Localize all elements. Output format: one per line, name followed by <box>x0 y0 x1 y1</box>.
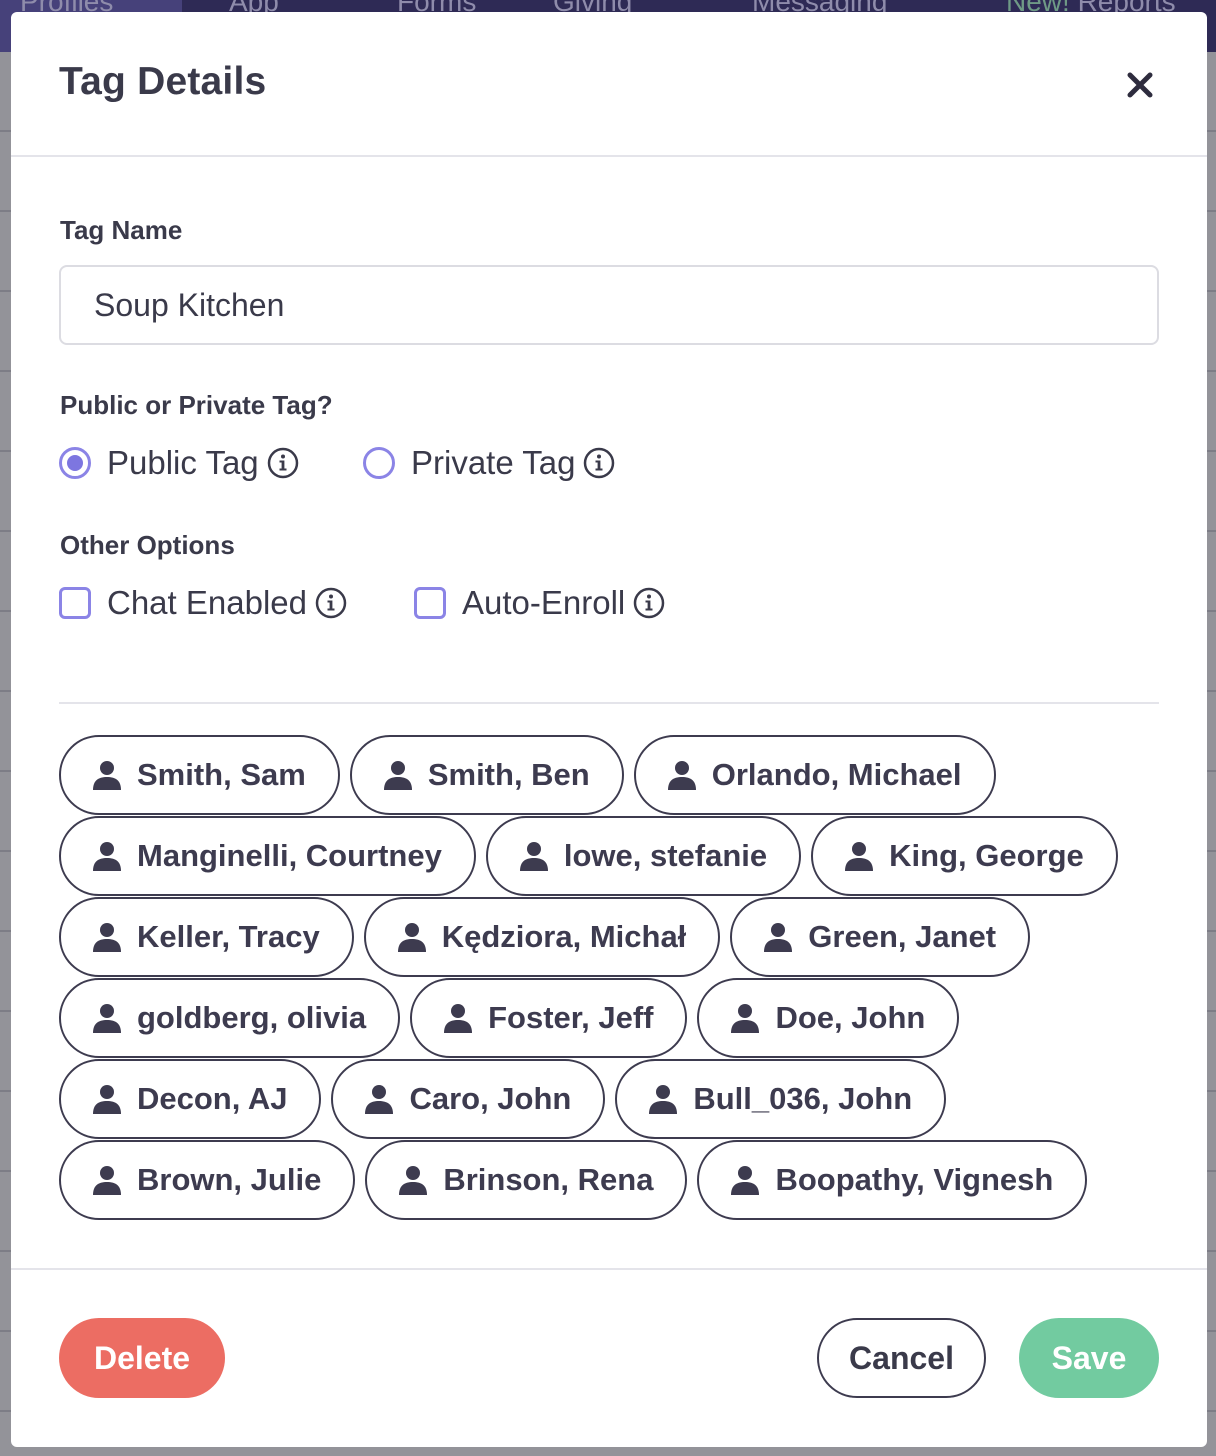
member-chip[interactable]: Doe, John <box>697 978 960 1058</box>
member-name: Doe, John <box>775 1000 926 1035</box>
person-icon <box>93 923 121 952</box>
member-name: Smith, Sam <box>137 757 306 792</box>
person-icon <box>444 1004 473 1033</box>
person-icon <box>649 1085 678 1114</box>
chat-enabled-option[interactable]: Chat Enabled <box>59 581 347 625</box>
member-row: Manginelli, Courtney lowe, stefanie King, … <box>59 816 1169 896</box>
person-icon <box>93 842 121 871</box>
member-name: Foster, Jeff <box>488 1000 654 1035</box>
member-chip[interactable]: Bull_036, John <box>615 1059 947 1139</box>
other-options-label: Other Options <box>60 530 235 560</box>
member-name: Bull_036, John <box>693 1081 913 1116</box>
close-icon <box>1127 72 1153 98</box>
person-icon <box>383 761 412 790</box>
member-name: Boopathy, Vignesh <box>775 1162 1054 1197</box>
info-icon[interactable] <box>267 447 299 479</box>
footer-divider <box>11 1268 1207 1270</box>
private-tag-radio-option[interactable]: Private Tag <box>363 441 615 485</box>
private-tag-radio[interactable] <box>363 447 395 479</box>
auto-enroll-option[interactable]: Auto-Enroll <box>414 581 665 625</box>
member-chip[interactable]: Green, Janet <box>730 897 1031 977</box>
member-name: Keller, Tracy <box>137 919 320 954</box>
member-name: Green, Janet <box>808 919 997 954</box>
tag-members-list: Smith, Sam Smith, Ben Orlando, Michael Mang… <box>59 735 1169 1221</box>
member-chip[interactable]: Caro, John <box>331 1059 606 1139</box>
member-name: lowe, stefanie <box>563 838 768 873</box>
info-icon[interactable] <box>315 587 347 619</box>
member-chip[interactable]: King, George <box>811 816 1118 896</box>
person-icon <box>764 923 793 952</box>
member-chip[interactable]: Decon, AJ <box>59 1059 322 1139</box>
person-icon <box>845 842 874 871</box>
tag-details-modal: Tag Details Tag Name Public or Private T… <box>11 12 1207 1447</box>
member-name: goldberg, olivia <box>137 1000 367 1035</box>
person-icon <box>93 1166 121 1195</box>
person-icon <box>93 1004 121 1033</box>
info-icon[interactable] <box>633 587 665 619</box>
visibility-label: Public or Private Tag? <box>60 390 333 420</box>
member-name: Manginelli, Courtney <box>137 838 442 873</box>
member-row: Decon, AJ Caro, John Bull_036, John <box>59 1059 1169 1139</box>
member-row: Smith, Sam Smith, Ben Orlando, Michael <box>59 735 1169 815</box>
member-name: Smith, Ben <box>427 757 590 792</box>
member-row: Keller, Tracy Kędziora, Michał Green, Jane… <box>59 897 1169 977</box>
public-tag-radio[interactable] <box>59 447 91 479</box>
member-name: Kędziora, Michał <box>441 919 687 954</box>
person-icon <box>365 1085 394 1114</box>
member-name: Brown, Julie <box>137 1162 322 1197</box>
member-chip[interactable]: Keller, Tracy <box>59 897 354 977</box>
member-chip[interactable]: Manginelli, Courtney <box>59 816 476 896</box>
member-name: Brinson, Rena <box>443 1162 654 1197</box>
info-icon[interactable] <box>583 447 615 479</box>
member-chip[interactable]: Brinson, Rena <box>365 1140 688 1220</box>
member-row: Brown, Julie Brinson, Rena Boopathy, Vigne… <box>59 1140 1169 1220</box>
modal-title: Tag Details <box>59 60 267 103</box>
save-button[interactable]: Save <box>1019 1318 1159 1398</box>
close-button[interactable] <box>1117 62 1163 108</box>
person-icon <box>397 923 426 952</box>
member-chip[interactable]: Orlando, Michael <box>633 735 996 815</box>
member-name: Decon, AJ <box>137 1081 288 1116</box>
person-icon <box>667 761 696 790</box>
member-chip[interactable]: Smith, Ben <box>349 735 624 815</box>
person-icon <box>519 842 548 871</box>
member-name: Orlando, Michael <box>711 757 962 792</box>
member-name: Caro, John <box>409 1081 572 1116</box>
public-tag-radio-option[interactable]: Public Tag <box>59 441 299 485</box>
tag-name-input[interactable] <box>59 265 1159 345</box>
tag-name-label: Tag Name <box>60 215 183 245</box>
public-tag-label: Public Tag <box>107 444 259 481</box>
modal-header: Tag Details <box>11 12 1207 157</box>
member-chip[interactable]: Smith, Sam <box>59 735 340 815</box>
member-chip[interactable]: Brown, Julie <box>59 1140 356 1220</box>
member-chip[interactable]: goldberg, olivia <box>59 978 401 1058</box>
member-chip[interactable]: Foster, Jeff <box>410 978 688 1058</box>
person-icon <box>731 1004 760 1033</box>
private-tag-label: Private Tag <box>411 444 576 481</box>
delete-button[interactable]: Delete <box>59 1318 225 1398</box>
member-row: goldberg, olivia Foster, Jeff Doe, John <box>59 978 1169 1058</box>
person-icon <box>731 1166 760 1195</box>
cancel-button[interactable]: Cancel <box>817 1318 986 1398</box>
auto-enroll-checkbox[interactable] <box>414 587 446 619</box>
chat-enabled-checkbox[interactable] <box>59 587 91 619</box>
chat-enabled-label: Chat Enabled <box>107 584 307 621</box>
member-name: King, George <box>889 838 1084 873</box>
member-chip[interactable]: lowe, stefanie <box>485 816 802 896</box>
member-chip[interactable]: Kędziora, Michał <box>363 897 721 977</box>
auto-enroll-label: Auto-Enroll <box>462 584 626 621</box>
section-divider <box>59 702 1159 704</box>
person-icon <box>93 1085 121 1114</box>
person-icon <box>93 761 121 790</box>
member-chip[interactable]: Boopathy, Vignesh <box>697 1140 1088 1220</box>
person-icon <box>399 1166 428 1195</box>
